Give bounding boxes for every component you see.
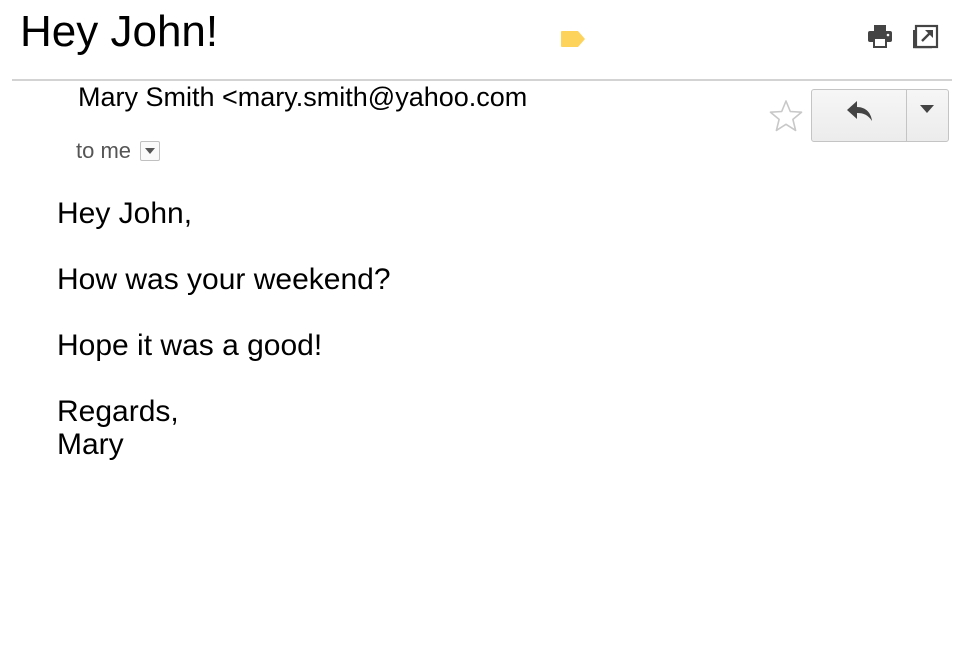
- sender-name-email[interactable]: Mary Smith <mary.smith@yahoo.com: [78, 83, 527, 111]
- open-in-new-window-icon[interactable]: [912, 22, 940, 50]
- reply-button[interactable]: [812, 90, 907, 141]
- dropdown-arrow-icon: [920, 105, 934, 113]
- header-divider: [12, 79, 952, 81]
- body-signature: Mary: [57, 428, 124, 461]
- reply-arrow-icon: [847, 101, 872, 121]
- label-tag-icon[interactable]: [560, 29, 586, 49]
- more-options-button[interactable]: [907, 90, 948, 141]
- print-icon[interactable]: [866, 22, 894, 50]
- body-line: How was your weekend?: [57, 263, 391, 296]
- email-subject: Hey John!: [20, 7, 219, 56]
- star-outline-icon[interactable]: [769, 99, 803, 133]
- recipient-line: to me: [76, 138, 161, 164]
- body-line: Hope it was a good!: [57, 329, 323, 362]
- details-dropdown-icon[interactable]: [140, 141, 161, 161]
- recipient-label: to me: [76, 138, 132, 163]
- reply-button-group: [811, 89, 949, 142]
- body-greeting: Hey John,: [57, 197, 193, 230]
- email-view: Hey John! Mary Smith <mary.smith@yahoo.c…: [0, 0, 975, 650]
- email-body: Hey John, How was your weekend? Hope it …: [57, 197, 391, 461]
- body-closing: Regards,: [57, 395, 179, 428]
